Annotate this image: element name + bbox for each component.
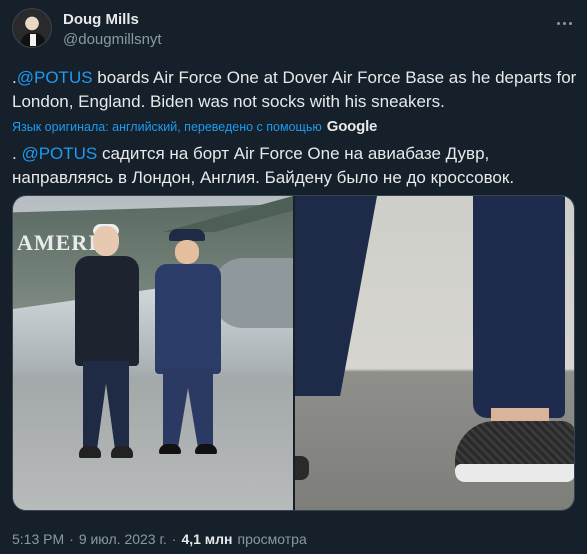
tweet-text: .@POTUS boards Air Force One at Dover Ai…: [12, 66, 580, 114]
sneaker-sole: [455, 464, 574, 482]
author-name[interactable]: Doug Mills: [63, 11, 139, 28]
mention-link[interactable]: @POTUS: [17, 68, 93, 87]
tweet-header: Doug Mills @dougmillsnyt: [12, 8, 575, 52]
tweet-time[interactable]: 5:13 PM: [12, 531, 64, 547]
tweet-body: boards Air Force One at Dover Air Force …: [12, 68, 577, 111]
sneaker-right: [111, 446, 133, 458]
person-biden: [63, 196, 153, 466]
head: [175, 240, 199, 264]
translated-mention-link[interactable]: @POTUS: [21, 144, 97, 163]
translation-note-text: Язык оригинала: английский, переведено с…: [12, 119, 322, 134]
trouser-right: [473, 196, 565, 418]
views-label: просмотра: [237, 531, 307, 547]
tweet-meta: 5:13 PM · 9 июл. 2023 г. · 4,1 млн просм…: [12, 531, 307, 547]
sneaker-left: [79, 446, 101, 458]
tweet-date[interactable]: 9 июл. 2023 г.: [79, 531, 167, 547]
head: [93, 226, 119, 256]
suit-jacket: [75, 256, 139, 366]
uniform-jacket: [155, 264, 221, 374]
shoe-edge: [295, 456, 309, 480]
trouser-left: [295, 196, 377, 396]
more-dot: [562, 21, 566, 25]
more-dot: [556, 21, 560, 25]
shoe-right: [195, 444, 217, 454]
media-grid: AMERIC: [12, 195, 575, 511]
trousers: [83, 361, 129, 451]
shoe-left: [159, 444, 181, 454]
author-handle[interactable]: @dougmillsnyt: [63, 31, 162, 48]
photo-sneaker-closeup[interactable]: [295, 196, 574, 510]
meta-separator: ·: [69, 531, 74, 547]
more-options-button[interactable]: [553, 12, 575, 34]
translated-text: . @POTUS садится на борт Air Force One н…: [12, 142, 580, 190]
author-avatar[interactable]: [12, 8, 52, 48]
person-officer: [147, 196, 233, 466]
photo-biden-walking[interactable]: AMERIC: [13, 196, 293, 510]
meta-separator: ·: [171, 531, 177, 547]
translation-note[interactable]: Язык оригинала: английский, переведено с…: [12, 118, 377, 135]
uniform-trousers: [163, 368, 213, 448]
avatar-shirt: [30, 34, 36, 46]
views-count: 4,1 млн: [181, 531, 233, 547]
google-logo: Google: [326, 118, 378, 135]
more-dot: [568, 21, 572, 25]
